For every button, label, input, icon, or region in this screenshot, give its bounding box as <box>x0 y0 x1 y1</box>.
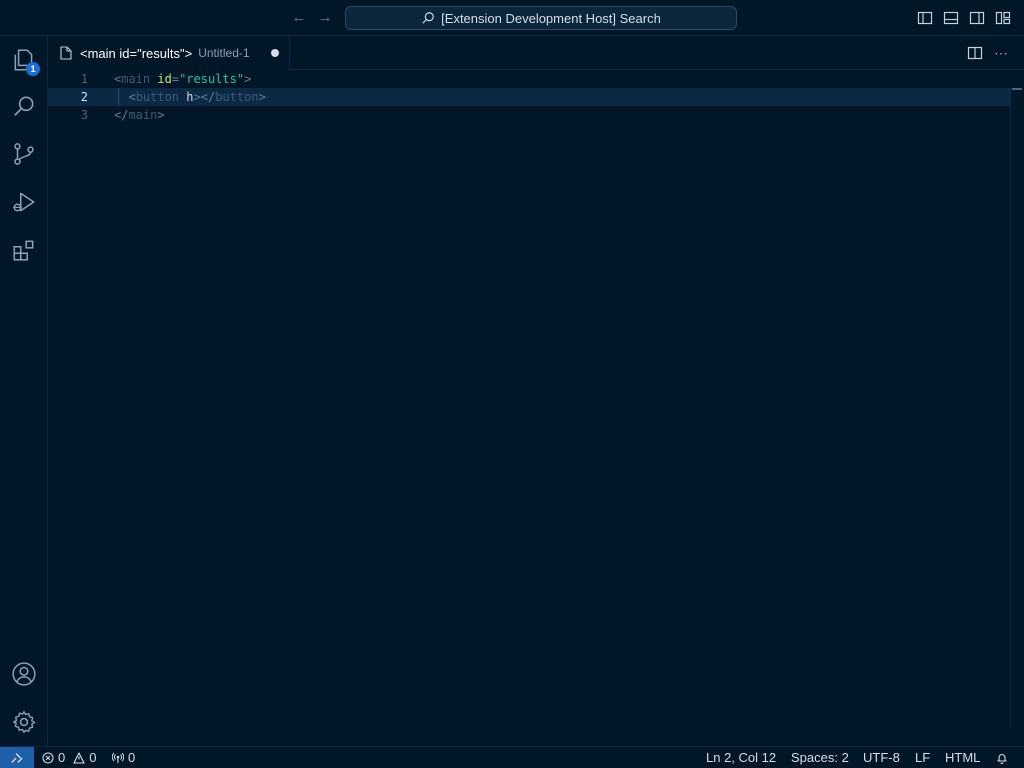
activity-explorer[interactable]: 1 <box>0 36 48 84</box>
toggle-panel-icon[interactable] <box>943 10 959 26</box>
code-line-content: <main id="results"> <box>114 70 251 88</box>
code-token: "results" <box>179 72 245 86</box>
code-token: = <box>171 72 180 86</box>
code-token: h <box>186 90 194 104</box>
activity-search[interactable] <box>0 82 48 130</box>
activity-extensions[interactable] <box>0 226 48 274</box>
code-line-content: <button h></button> <box>114 88 266 106</box>
file-icon <box>60 46 72 60</box>
remote-icon <box>11 753 23 763</box>
code-line: 3 </main> <box>48 106 1010 124</box>
indentation-setting[interactable]: Spaces: 2 <box>791 747 849 768</box>
command-center-label: [Extension Development Host] Search <box>441 10 661 26</box>
scrollbar-cursor-marker <box>1012 88 1022 90</box>
more-actions-icon[interactable]: ⋯ <box>993 45 1009 61</box>
code-token: > <box>258 90 266 104</box>
code-token: </ <box>114 108 129 122</box>
problems-indicator[interactable]: 0 0 <box>42 747 96 768</box>
line-number: 1 <box>80 72 88 86</box>
activity-accounts[interactable] <box>0 650 48 698</box>
command-center-search[interactable]: [Extension Development Host] Search <box>345 6 737 30</box>
editor-scrollbar[interactable] <box>1010 88 1024 728</box>
code-token: ></ <box>193 90 216 104</box>
code-editor[interactable]: 1 <main id="results"> 2 <button h></butt… <box>48 70 1024 746</box>
explorer-badge: 1 <box>26 62 40 76</box>
line-number: 2 <box>80 90 88 104</box>
language-mode[interactable]: HTML <box>945 747 980 768</box>
accounts-icon <box>12 662 36 686</box>
ports-indicator[interactable]: 0 <box>112 747 135 768</box>
activity-source-control[interactable] <box>0 130 48 178</box>
eol-setting[interactable]: LF <box>915 747 930 768</box>
broadcast-icon <box>112 752 124 763</box>
toggle-primary-sidebar-icon[interactable] <box>917 10 933 26</box>
warning-count: 0 <box>89 750 97 765</box>
error-count: 0 <box>58 750 66 765</box>
manage-gear-icon <box>13 711 36 733</box>
line-number: 3 <box>80 108 88 122</box>
toggle-secondary-sidebar-icon[interactable] <box>969 10 985 26</box>
encoding-setting[interactable]: UTF-8 <box>863 747 900 768</box>
activity-run-debug[interactable] <box>0 178 48 226</box>
activity-manage[interactable] <box>0 698 48 746</box>
warning-icon <box>73 752 85 764</box>
code-token: < <box>128 90 136 104</box>
source-control-icon <box>14 143 34 165</box>
code-token: > <box>244 72 252 86</box>
code-token: > <box>157 108 165 122</box>
title-bar: ← → [Extension Development Host] Search <box>0 0 1024 36</box>
remote-indicator[interactable] <box>0 747 34 768</box>
code-token: id <box>157 72 172 86</box>
split-editor-icon[interactable] <box>967 45 983 61</box>
code-token: button <box>215 90 259 104</box>
activity-bar: 1 <box>0 36 48 746</box>
code-line-current: 2 <button h></button> <box>48 88 1010 106</box>
tab-title: <main id="results"> <box>80 45 193 61</box>
arrow-right-icon[interactable]: → <box>316 9 334 27</box>
arrow-left-icon[interactable]: ← <box>290 9 308 27</box>
code-line: 1 <main id="results"> <box>48 70 1010 88</box>
tab-description: Untitled-1 <box>198 46 250 60</box>
run-debug-icon <box>13 192 35 212</box>
status-bar: 0 0 0 Ln 2, Col 12 Spaces: 2 UTF-8 LF HT… <box>0 746 1024 768</box>
code-token: main <box>121 72 151 86</box>
search-icon <box>14 96 34 116</box>
editor-tab[interactable]: <main id="results"> Untitled-1 <box>48 36 290 70</box>
ports-count: 0 <box>128 750 136 765</box>
unsaved-dot-icon[interactable] <box>271 49 279 57</box>
extensions-icon <box>13 240 34 261</box>
code-token: main <box>128 108 158 122</box>
search-icon <box>422 12 434 24</box>
code-line-content: </main> <box>114 106 165 124</box>
code-token: button <box>135 90 180 104</box>
error-icon <box>42 752 54 764</box>
cursor-position[interactable]: Ln 2, Col 12 <box>706 747 776 768</box>
notifications-bell[interactable] <box>996 747 1008 768</box>
customize-layout-icon[interactable] <box>995 10 1011 26</box>
bell-icon <box>997 754 1007 764</box>
editor-tab-bar: <main id="results"> Untitled-1 ⋯ <box>48 36 1024 70</box>
